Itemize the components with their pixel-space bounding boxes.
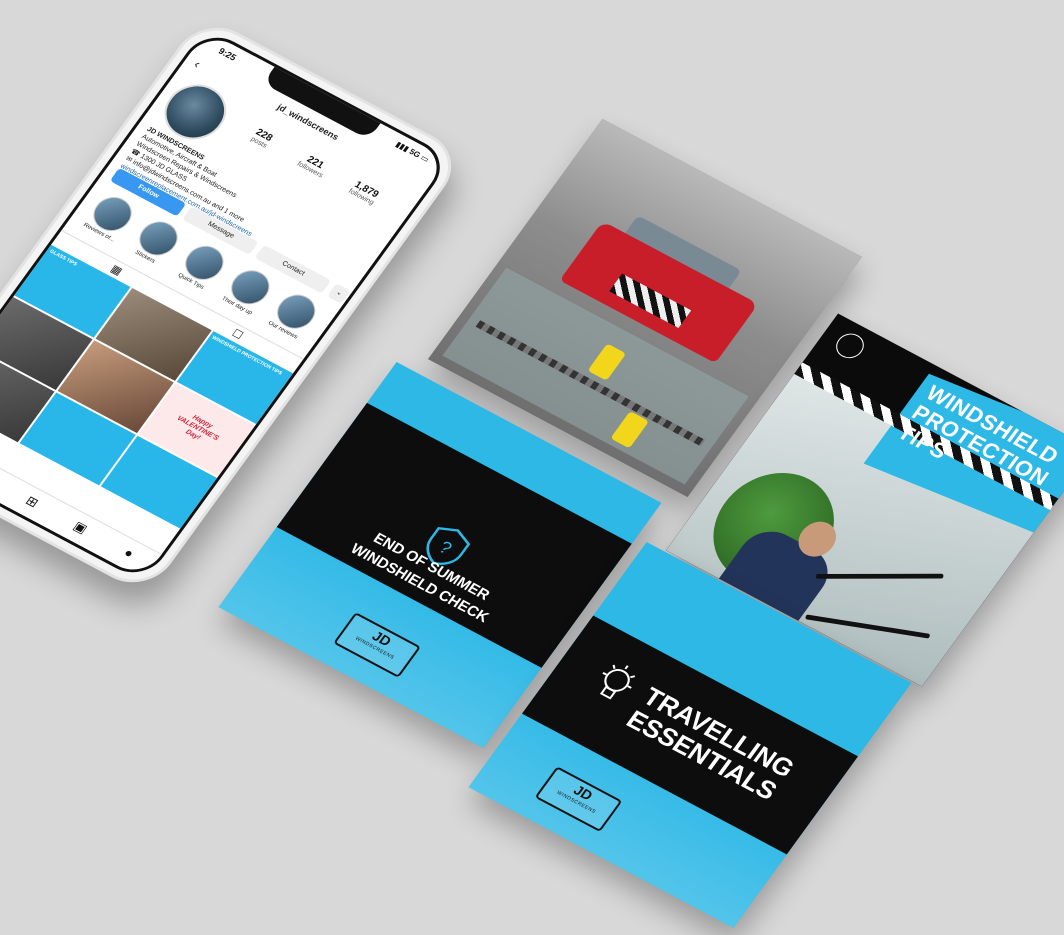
stat-posts[interactable]: 228 posts [234, 119, 289, 157]
wiper [815, 573, 944, 579]
svg-text:?: ? [435, 537, 456, 558]
valentines-line: VALENTINE'S [175, 415, 220, 443]
tips-logo-icon [830, 329, 870, 363]
stat-following[interactable]: 1,879 following [337, 174, 392, 212]
wiper [805, 614, 931, 639]
stat-followers[interactable]: 221 followers [286, 146, 341, 184]
status-icons: ▮▮▮ 5G ▭ [393, 139, 431, 165]
more-button[interactable]: ⌄ [326, 283, 351, 304]
status-time: 9:25 [216, 45, 239, 63]
